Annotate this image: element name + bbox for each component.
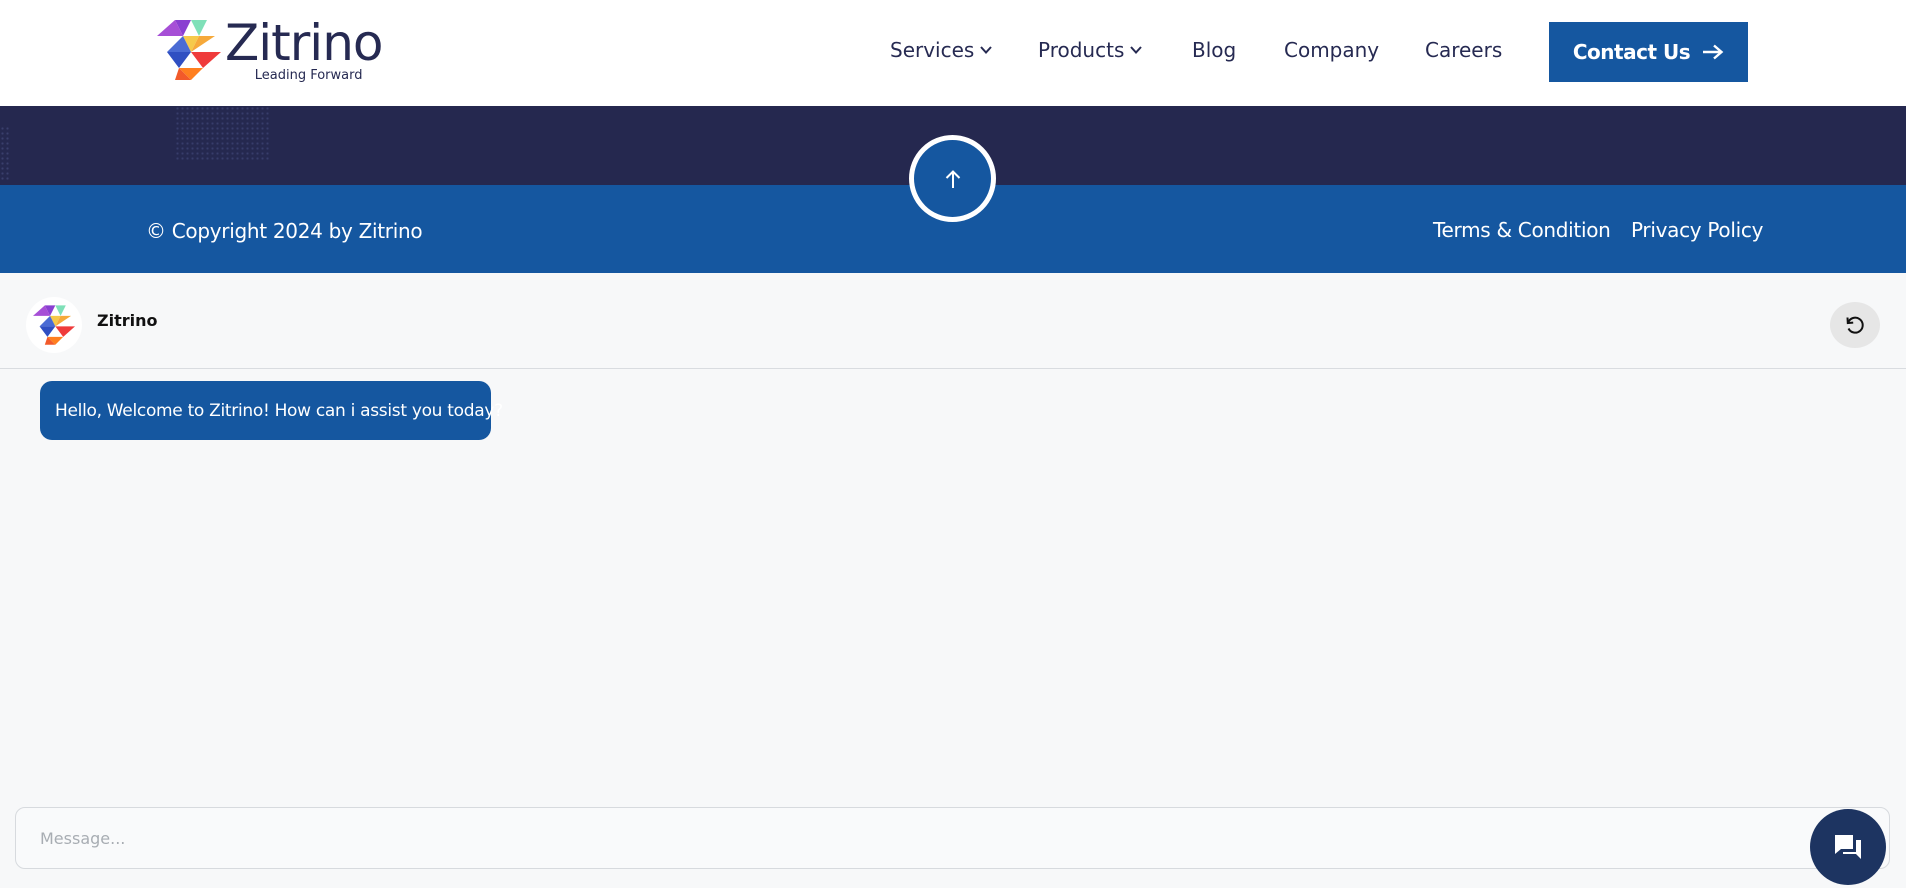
chat-widget: Zitrino Hello, Welcome to Zitrino! How c… — [0, 273, 1906, 888]
chat-header: Zitrino — [0, 273, 1906, 369]
privacy-policy-link[interactable]: Privacy Policy — [1631, 218, 1763, 242]
terms-link[interactable]: Terms & Condition — [1433, 218, 1611, 242]
nav-services-label: Services — [890, 38, 975, 62]
nav-company-label: Company — [1284, 38, 1380, 62]
contact-us-button[interactable]: Contact Us — [1549, 22, 1748, 82]
brand-tagline: Leading Forward — [254, 68, 363, 83]
site-header: Zitrino Leading Forward Services Product… — [0, 0, 1906, 106]
zitrino-logo-icon — [33, 305, 75, 345]
nav-blog-label: Blog — [1192, 38, 1237, 62]
bot-avatar — [26, 297, 82, 353]
arrow-right-icon — [1703, 44, 1724, 60]
bot-name: Zitrino — [97, 311, 158, 330]
dot-pattern — [175, 106, 270, 161]
copyright-text: © Copyright 2024 by Zitrino — [146, 219, 423, 243]
brand-logo[interactable]: Zitrino Leading Forward — [157, 14, 383, 83]
nav-careers-label: Careers — [1425, 38, 1503, 62]
nav-company[interactable]: Company — [1284, 38, 1379, 62]
nav-blog[interactable]: Blog — [1192, 38, 1236, 62]
bot-message: Hello, Welcome to Zitrino! How can i ass… — [40, 381, 503, 440]
nav-services[interactable]: Services — [890, 38, 993, 62]
scroll-to-top-button[interactable] — [909, 135, 996, 222]
message-input[interactable] — [15, 807, 1890, 869]
nav-products-label: Products — [1038, 38, 1125, 62]
chevron-down-icon — [1130, 46, 1143, 54]
chevron-down-icon — [980, 46, 993, 54]
refresh-icon — [1846, 316, 1864, 334]
chat-reset-button[interactable] — [1830, 302, 1880, 348]
zitrino-logo-icon — [157, 20, 221, 80]
dot-pattern — [0, 126, 10, 181]
chat-bubbles-icon — [1835, 835, 1861, 859]
brand-name: Zitrino — [225, 14, 383, 72]
nav-careers[interactable]: Careers — [1425, 38, 1502, 62]
chat-toggle-button[interactable] — [1810, 809, 1886, 885]
contact-us-label: Contact Us — [1572, 40, 1691, 64]
arrow-up-icon — [945, 169, 960, 188]
nav-products[interactable]: Products — [1038, 38, 1143, 62]
